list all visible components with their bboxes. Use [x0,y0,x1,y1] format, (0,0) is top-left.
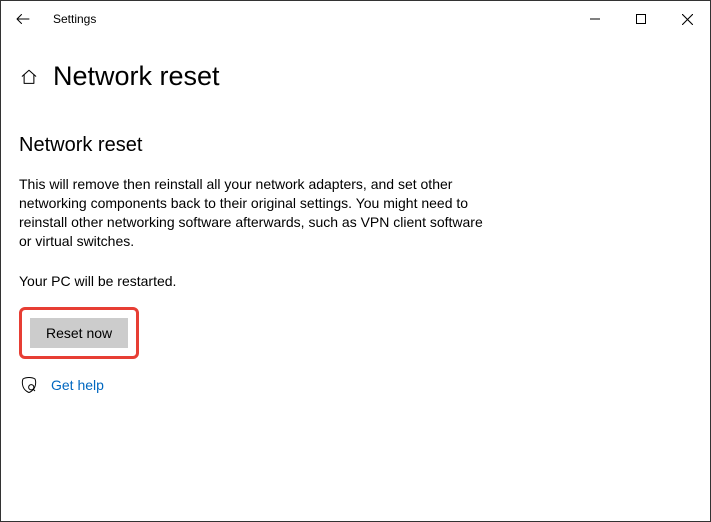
reset-now-button[interactable]: Reset now [30,318,128,348]
description-text: This will remove then reinstall all your… [19,175,489,251]
get-help-link[interactable]: Get help [51,377,104,393]
maximize-icon [636,14,646,24]
home-icon[interactable] [19,67,39,87]
title-bar: Settings [1,1,710,37]
window-controls [572,1,710,37]
restart-note: Your PC will be restarted. [19,273,692,289]
minimize-button[interactable] [572,1,618,37]
arrow-left-icon [14,10,32,28]
maximize-button[interactable] [618,1,664,37]
help-icon [19,375,39,395]
close-icon [682,14,693,25]
page-header: Network reset [19,61,692,92]
highlight-box: Reset now [19,307,139,359]
content-area: Network reset Network reset This will re… [1,61,710,395]
help-row: Get help [19,375,692,395]
page-title: Network reset [53,61,220,92]
minimize-icon [590,14,600,24]
section-heading: Network reset [19,134,692,157]
back-button[interactable] [11,7,35,31]
app-title: Settings [53,12,96,26]
close-button[interactable] [664,1,710,37]
